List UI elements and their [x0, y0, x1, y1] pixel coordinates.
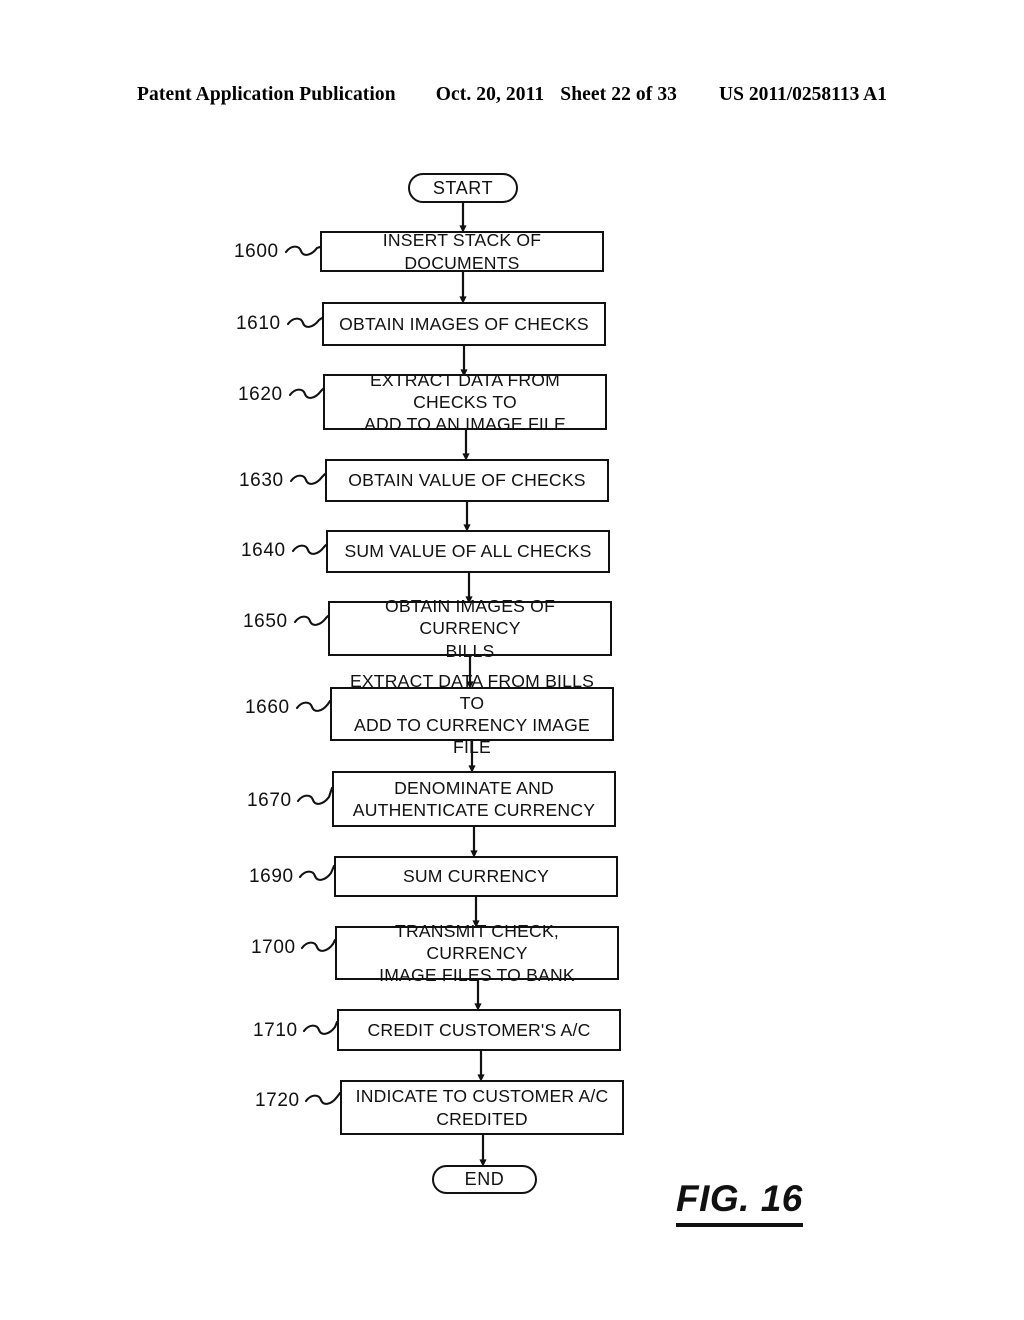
flow-node-1660-label: EXTRACT DATA FROM BILLS TO ADD TO CURREN… [338, 670, 606, 759]
flow-node-1650-label: OBTAIN IMAGES OF CURRENCY BILLS [336, 595, 604, 661]
flow-node-1620-line2: ADD TO AN IMAGE FILE [364, 414, 566, 435]
flow-node-1690-label: SUM CURRENCY [402, 866, 550, 887]
flow-node-start-label: START [432, 177, 494, 198]
flow-node-1630: OBTAIN VALUE OF CHECKS [325, 459, 609, 502]
flow-node-1600: INSERT STACK OF DOCUMENTS [320, 230, 604, 273]
ref-numeral-1630: 1630 [239, 470, 284, 491]
flow-node-1670-line2: AUTHENTICATE CURRENCY [352, 800, 596, 820]
flow-node-1610: OBTAIN IMAGES OF CHECKS [322, 302, 606, 346]
ref-numeral-1650: 1650 [243, 611, 288, 632]
ref-numeral-1620: 1620 [238, 384, 283, 405]
ref-numeral-1700: 1700 [251, 937, 296, 958]
flowchart-figure: START INSERT STACK OF DOCUMENTS 1600 OBT… [0, 0, 1024, 1320]
flow-node-1710-label: CREDIT CUSTOMER'S A/C [367, 1019, 591, 1040]
flow-node-1710: CREDIT CUSTOMER'S A/C [337, 1009, 621, 1051]
flow-node-1670: DENOMINATE AND AUTHENTICATE CURRENCY [332, 771, 616, 827]
flow-node-1700-line1: TRANSMIT CHECK, CURRENCY [395, 920, 559, 963]
flow-node-1700-label: TRANSMIT CHECK, CURRENCY IMAGE FILES TO … [343, 920, 611, 986]
flow-node-1720-line2: CREDITED [436, 1108, 528, 1129]
flow-node-start: START [408, 173, 518, 203]
ref-numeral-1610: 1610 [236, 313, 281, 334]
figure-caption: FIG. 16 [676, 1178, 803, 1227]
flow-node-1640-label: SUM VALUE OF ALL CHECKS [344, 541, 592, 562]
ref-numeral-1690: 1690 [249, 866, 294, 887]
flow-node-1670-line1: DENOMINATE AND [394, 777, 554, 798]
flow-node-1610-label: OBTAIN IMAGES OF CHECKS [339, 313, 589, 334]
flow-node-1660-line1: EXTRACT DATA FROM BILLS TO [349, 670, 595, 713]
flow-node-1670-label: DENOMINATE AND AUTHENTICATE CURRENCY [353, 777, 595, 821]
flow-node-1620: EXTRACT DATA FROM CHECKS TO ADD TO AN IM… [323, 370, 607, 434]
flow-node-1650: OBTAIN IMAGES OF CURRENCY BILLS [328, 596, 612, 661]
flow-node-end-label: END [464, 1169, 505, 1189]
flow-node-1630-label: OBTAIN VALUE OF CHECKS [348, 470, 586, 491]
flow-node-1660: EXTRACT DATA FROM BILLS TO ADD TO CURREN… [330, 671, 614, 757]
ref-numeral-1720: 1720 [255, 1090, 300, 1111]
flow-node-1660-line2: ADD TO CURRENCY IMAGE FILE [354, 715, 590, 758]
ref-numeral-1600: 1600 [234, 241, 279, 262]
flow-node-1700: TRANSMIT CHECK, CURRENCY IMAGE FILES TO … [335, 921, 619, 985]
flow-node-1700-line2: IMAGE FILES TO BANK [379, 965, 575, 986]
flow-node-1620-line1: EXTRACT DATA FROM CHECKS TO [369, 369, 561, 412]
ref-numeral-1660: 1660 [245, 697, 290, 718]
flow-node-1690: SUM CURRENCY [334, 856, 618, 897]
ref-numeral-1640: 1640 [241, 540, 286, 561]
ref-numeral-1670: 1670 [247, 790, 292, 811]
flow-node-1640: SUM VALUE OF ALL CHECKS [326, 530, 610, 573]
ref-numeral-1710: 1710 [253, 1020, 298, 1041]
flow-node-1650-line2: BILLS [445, 640, 495, 661]
flow-node-1720-label: INDICATE TO CUSTOMER A/C CREDITED [356, 1085, 609, 1129]
flow-node-1620-label: EXTRACT DATA FROM CHECKS TO ADD TO AN IM… [331, 369, 599, 435]
flow-node-1600-label: INSERT STACK OF DOCUMENTS [382, 230, 542, 273]
flow-node-end: END [432, 1165, 537, 1194]
flow-node-1720: INDICATE TO CUSTOMER A/C CREDITED [340, 1080, 624, 1135]
flow-node-1650-line1: OBTAIN IMAGES OF CURRENCY [384, 596, 556, 639]
flow-node-1720-line1: INDICATE TO CUSTOMER A/C [355, 1086, 609, 1107]
